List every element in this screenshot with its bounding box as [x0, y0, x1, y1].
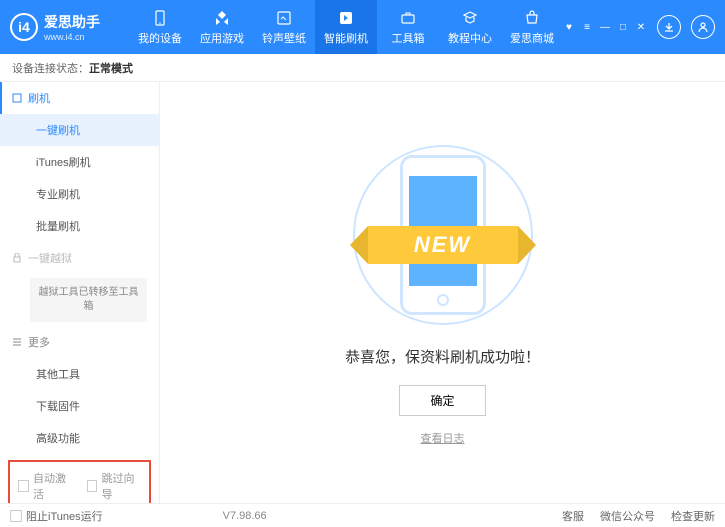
checkbox-icon — [10, 510, 22, 522]
close-icon[interactable]: ✕ — [635, 21, 647, 33]
nav-toolbox[interactable]: 工具箱 — [377, 0, 439, 54]
sidebar-section-flash[interactable]: 刷机 — [0, 82, 159, 114]
sidebar-item-download[interactable]: 下载固件 — [0, 390, 159, 422]
success-illustration: NEW — [368, 140, 518, 330]
status-label: 设备连接状态： — [12, 60, 89, 76]
footer-link-update[interactable]: 检查更新 — [671, 508, 715, 524]
nav-flash[interactable]: 智能刷机 — [315, 0, 377, 54]
view-log-link[interactable]: 查看日志 — [421, 430, 465, 446]
nav-label: 教程中心 — [448, 30, 492, 46]
footer-link-wechat[interactable]: 微信公众号 — [600, 508, 655, 524]
nav-label: 铃声壁纸 — [262, 30, 306, 46]
sidebar-section-more[interactable]: 更多 — [0, 326, 159, 358]
doc-icon — [12, 93, 22, 103]
status-value: 正常模式 — [89, 60, 133, 76]
nav-label: 应用游戏 — [200, 30, 244, 46]
nav-label: 智能刷机 — [324, 30, 368, 46]
sidebar-item-oneclick[interactable]: 一键刷机 — [0, 114, 159, 146]
download-button[interactable] — [657, 15, 681, 39]
sidebar-item-other[interactable]: 其他工具 — [0, 358, 159, 390]
toolbox-icon — [399, 9, 417, 27]
section-label: 刷机 — [28, 90, 50, 106]
checkbox-label: 阻止iTunes运行 — [26, 508, 103, 524]
minimize-icon[interactable]: — — [599, 21, 611, 33]
auto-activate-checkbox[interactable]: 自动激活 — [18, 470, 73, 502]
window-controls: ♥ ≡ — □ ✕ — [563, 21, 647, 33]
nav-label: 我的设备 — [138, 30, 182, 46]
app-name: 爱思助手 — [44, 12, 100, 32]
new-ribbon: NEW — [348, 225, 538, 265]
maximize-icon[interactable]: □ — [617, 21, 629, 33]
sidebar-item-pro[interactable]: 专业刷机 — [0, 178, 159, 210]
main-content: NEW 恭喜您，保资料刷机成功啦！ 确定 查看日志 — [160, 82, 725, 503]
apps-icon — [213, 9, 231, 27]
tutorial-icon — [461, 9, 479, 27]
section-label: 一键越狱 — [28, 250, 72, 266]
nav-my-device[interactable]: 我的设备 — [129, 0, 191, 54]
version-label: V7.98.66 — [223, 510, 267, 522]
checkbox-label: 跳过向导 — [101, 470, 141, 502]
user-button[interactable] — [691, 15, 715, 39]
nav-ringtones[interactable]: 铃声壁纸 — [253, 0, 315, 54]
app-header: i4 爱思助手 www.i4.cn 我的设备 应用游戏 铃声壁纸 智能刷机 工具… — [0, 0, 725, 54]
menu-icon[interactable]: ♥ — [563, 21, 575, 33]
lock-icon — [12, 253, 22, 263]
success-message: 恭喜您，保资料刷机成功啦！ — [345, 346, 540, 367]
nav-tutorials[interactable]: 教程中心 — [439, 0, 501, 54]
jailbreak-note: 越狱工具已转移至工具箱 — [30, 278, 147, 322]
flash-icon — [337, 9, 355, 27]
checkbox-icon — [18, 480, 29, 492]
list-icon — [12, 337, 22, 347]
nav-label: 工具箱 — [392, 30, 425, 46]
logo: i4 爱思助手 www.i4.cn — [10, 12, 129, 42]
section-label: 更多 — [28, 334, 50, 350]
footer-link-support[interactable]: 客服 — [562, 508, 584, 524]
main-nav: 我的设备 应用游戏 铃声壁纸 智能刷机 工具箱 教程中心 爱思商城 — [129, 0, 563, 54]
header-right: ♥ ≡ — □ ✕ — [563, 15, 715, 39]
list-icon[interactable]: ≡ — [581, 21, 593, 33]
nav-store[interactable]: 爱思商城 — [501, 0, 563, 54]
block-itunes-checkbox[interactable]: 阻止iTunes运行 — [10, 508, 103, 524]
checkbox-highlight: 自动激活 跳过向导 — [8, 460, 151, 503]
footer: 阻止iTunes运行 V7.98.66 客服 微信公众号 检查更新 — [0, 503, 725, 527]
skip-guide-checkbox[interactable]: 跳过向导 — [87, 470, 142, 502]
status-bar: 设备连接状态： 正常模式 — [0, 54, 725, 82]
checkbox-label: 自动激活 — [33, 470, 73, 502]
checkbox-icon — [87, 480, 98, 492]
sidebar-section-jailbreak[interactable]: 一键越狱 — [0, 242, 159, 274]
app-site: www.i4.cn — [44, 32, 100, 42]
nav-label: 爱思商城 — [510, 30, 554, 46]
phone-icon — [151, 9, 169, 27]
sidebar: 刷机 一键刷机 iTunes刷机 专业刷机 批量刷机 一键越狱 越狱工具已转移至… — [0, 82, 160, 503]
sidebar-item-advanced[interactable]: 高级功能 — [0, 422, 159, 454]
store-icon — [523, 9, 541, 27]
sidebar-item-itunes[interactable]: iTunes刷机 — [0, 146, 159, 178]
sidebar-item-batch[interactable]: 批量刷机 — [0, 210, 159, 242]
nav-apps[interactable]: 应用游戏 — [191, 0, 253, 54]
logo-icon: i4 — [10, 13, 38, 41]
wallpaper-icon — [275, 9, 293, 27]
ok-button[interactable]: 确定 — [399, 385, 485, 416]
